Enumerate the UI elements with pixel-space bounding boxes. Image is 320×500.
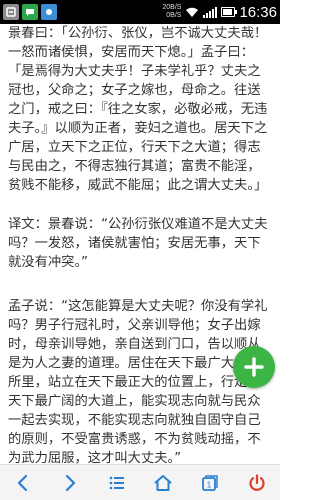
status-bar: 20B/S 0B/S 16:36 xyxy=(0,0,280,24)
original-text-paragraph: 景春曰：「公孙衍、张仪，岂不诚大丈夫哉！一怒而诸侯惧，安居而天下熄。」孟子曰：「… xyxy=(8,26,268,193)
back-arrow-icon xyxy=(18,474,28,491)
network-speed: 20B/S 0B/S xyxy=(162,4,181,20)
message-notification-icon xyxy=(22,4,38,20)
clock: 16:36 xyxy=(239,3,277,21)
home-button[interactable] xyxy=(145,467,181,499)
menu-button[interactable] xyxy=(99,467,135,499)
battery-icon xyxy=(221,7,238,17)
power-icon xyxy=(249,473,265,491)
tab-count: 1 xyxy=(207,480,212,489)
translation-paragraph-continued: 孟子说：“这怎能算是大丈夫呢？你没有学礼吗？男子行冠礼时，父亲训导他；女子出嫁时… xyxy=(8,299,268,464)
app-notification-icon xyxy=(3,4,19,20)
back-button[interactable] xyxy=(5,467,41,499)
home-icon xyxy=(154,474,172,491)
forward-button[interactable] xyxy=(52,467,88,499)
browser-toolbar: 1 xyxy=(0,464,280,500)
upload-speed: 20B/S xyxy=(162,4,182,11)
download-speed: 0B/S xyxy=(166,12,182,19)
weather-notification-icon xyxy=(41,4,57,20)
menu-icon xyxy=(109,476,124,489)
add-button[interactable] xyxy=(233,346,275,388)
tabs-icon: 1 xyxy=(202,474,218,491)
signal-strength-icon xyxy=(203,6,218,18)
plus-icon xyxy=(244,357,264,377)
article-content: 景春曰：「公孙衍、张仪，岂不诚大丈夫哉！一怒而诸侯惧，安居而天下熄。」孟子曰：「… xyxy=(0,24,280,464)
forward-arrow-icon xyxy=(65,474,76,491)
power-button[interactable] xyxy=(239,467,275,499)
tabs-button[interactable]: 1 xyxy=(192,467,228,499)
translation-paragraph: 译文：景春说：“公孙衍张仪难道不是大丈夫吗？一发怒，诸侯就害怕；安居无事，天下就… xyxy=(8,217,268,270)
wifi-icon xyxy=(186,7,199,17)
notification-icons xyxy=(3,4,57,20)
